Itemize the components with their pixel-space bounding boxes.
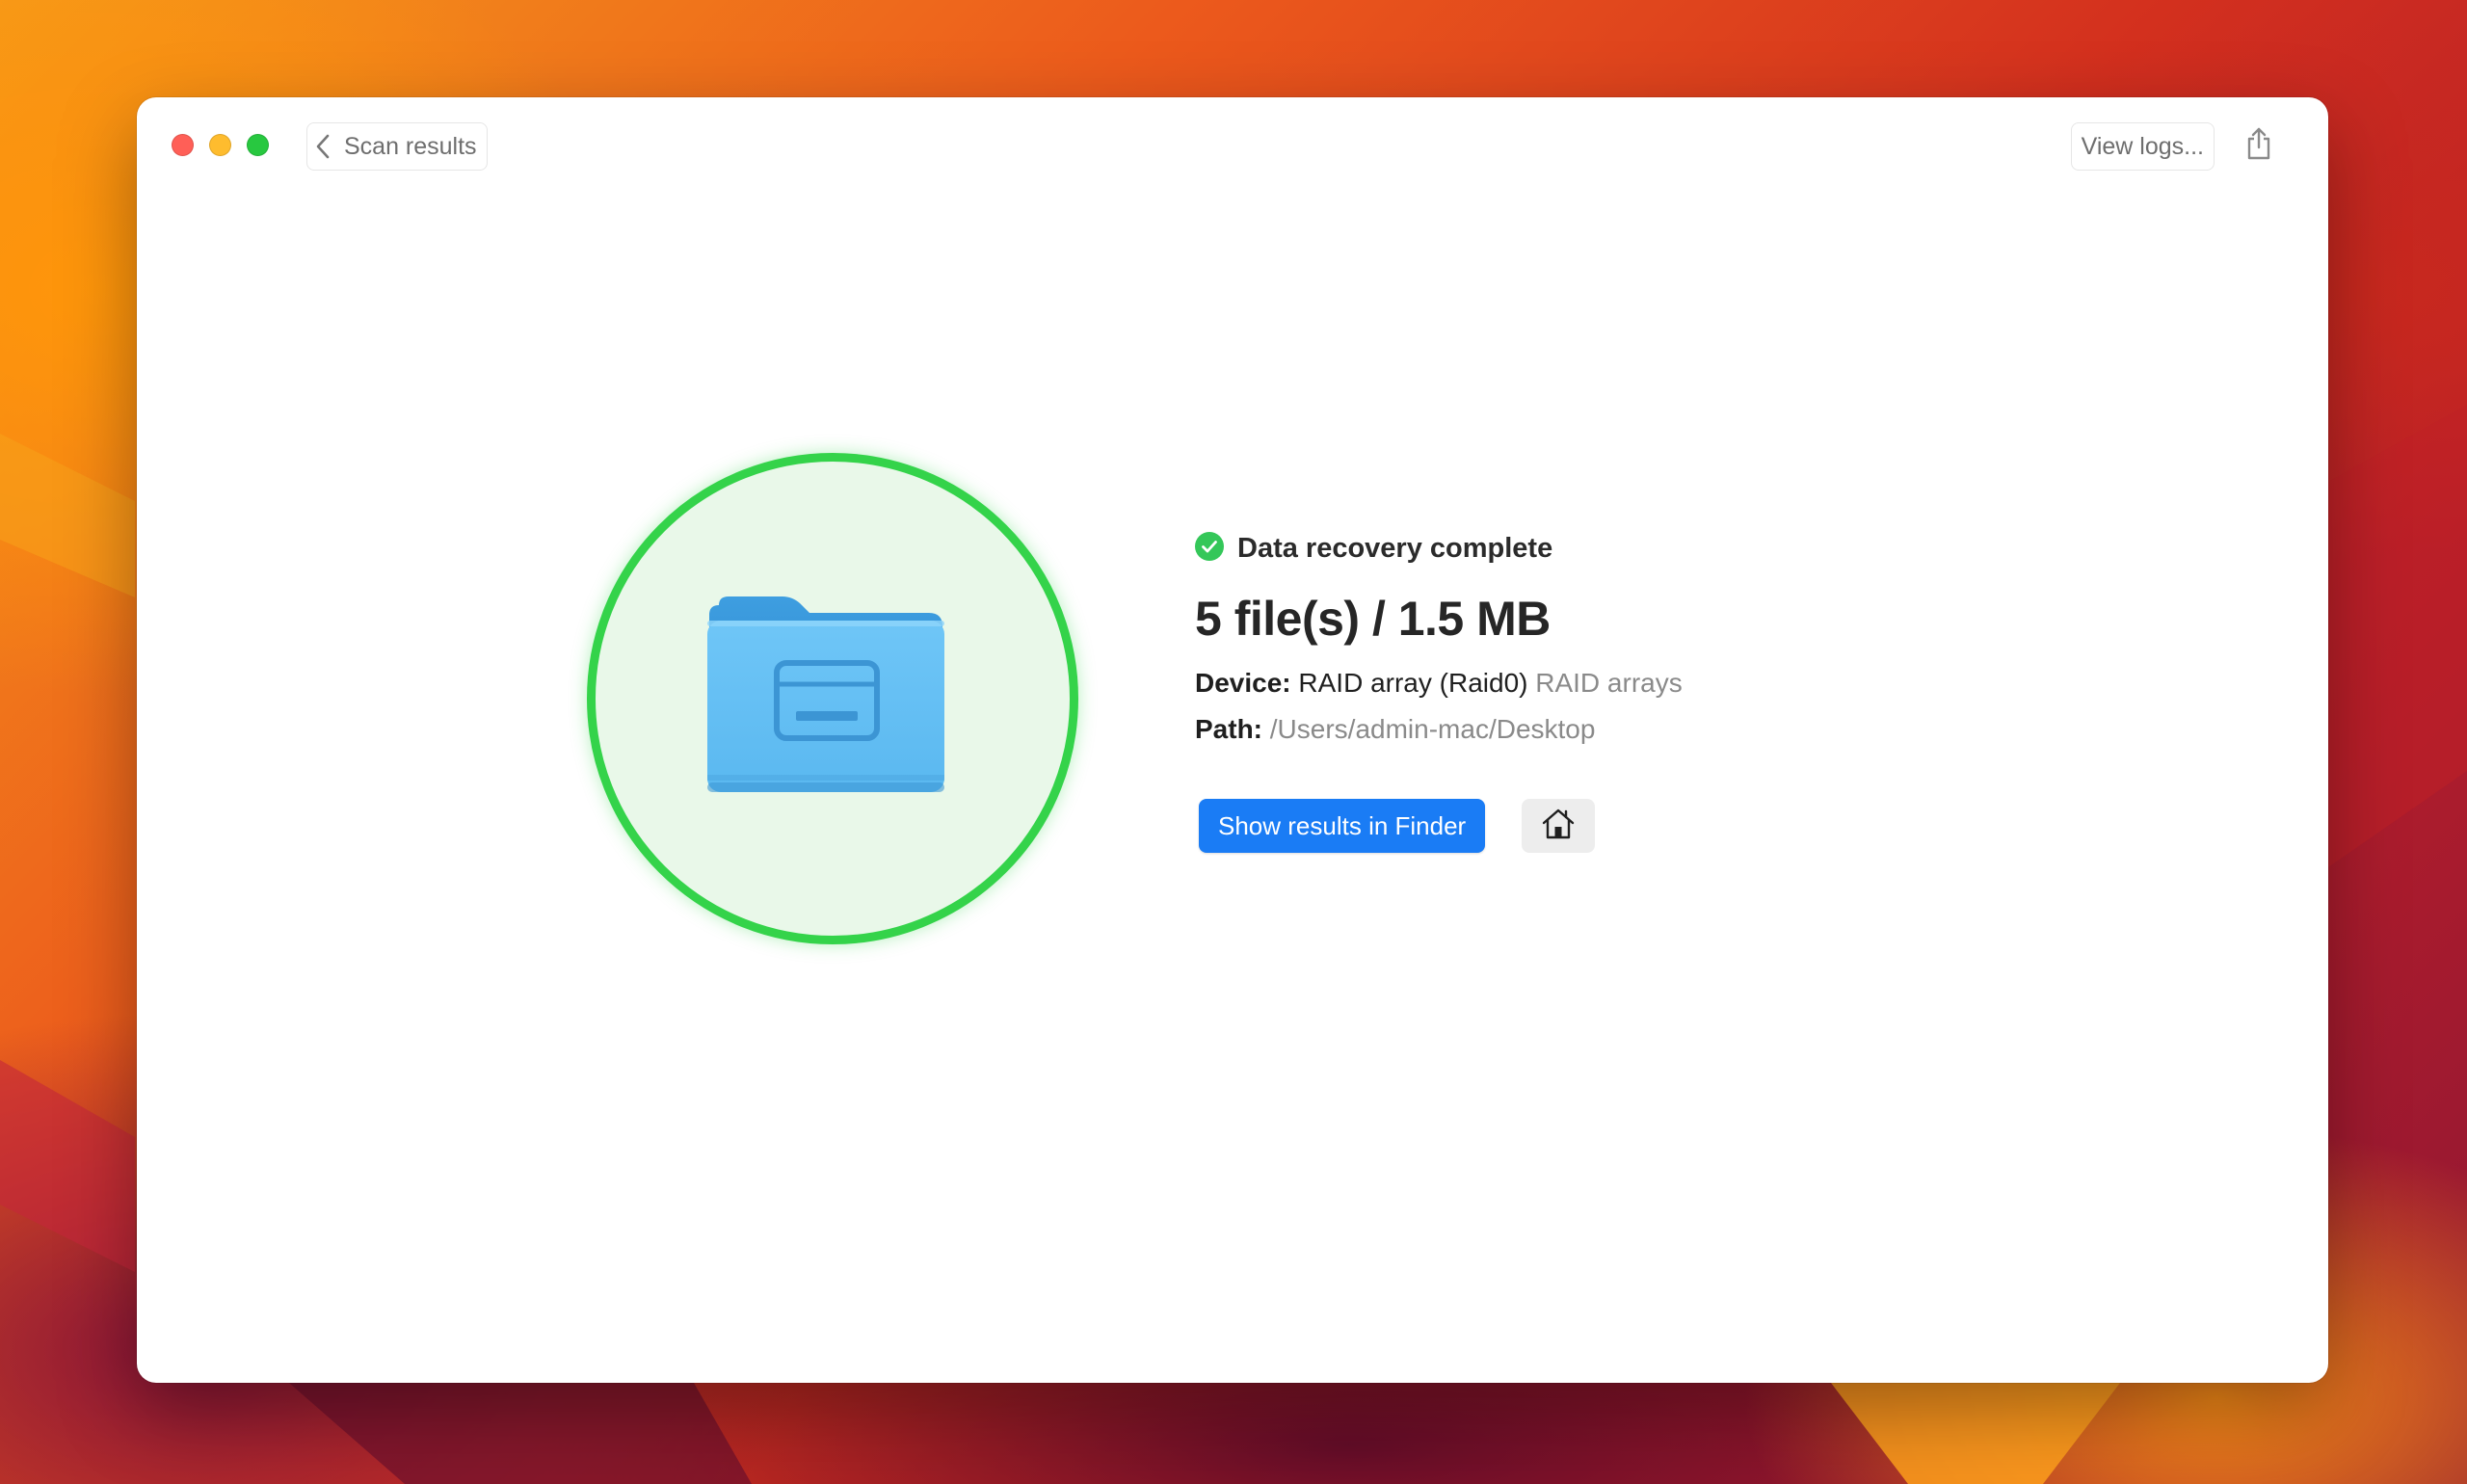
device-type: RAID arrays [1535,668,1683,698]
back-to-scan-results-button[interactable]: Scan results [306,122,488,171]
back-button-label: Scan results [344,132,477,160]
checkmark-circle-icon [1195,531,1224,566]
status-text: Data recovery complete [1237,532,1553,564]
device-key: Device: [1195,668,1291,698]
result-info: Data recovery complete 5 file(s) / 1.5 M… [1195,529,1683,753]
minimize-window-button[interactable] [209,134,231,156]
device-line: Device: RAID array (Raid0) RAID arrays [1195,660,1683,706]
share-button[interactable] [2238,124,2280,167]
home-icon [1540,807,1577,846]
path-key: Path: [1195,714,1262,744]
view-logs-button[interactable]: View logs... [2070,122,2215,171]
share-icon [2244,126,2273,166]
device-value: RAID array (Raid0) [1298,668,1528,698]
result-actions: Show results in Finder [1199,799,1596,853]
close-window-button[interactable] [172,134,194,156]
status-line: Data recovery complete [1195,529,1683,568]
show-results-in-finder-button[interactable]: Show results in Finder [1199,799,1486,853]
chevron-left-icon [313,132,334,161]
home-button[interactable] [1522,799,1596,853]
path-line: Path: /Users/admin-mac/Desktop [1195,706,1683,753]
recovered-summary: 5 file(s) / 1.5 MB [1195,592,1551,646]
window-controls [172,134,269,156]
folder-icon [705,592,946,799]
app-window: Scan results View logs... Data recovery … [137,97,2328,1383]
zoom-window-button[interactable] [247,134,269,156]
path-value: /Users/admin-mac/Desktop [1269,714,1596,744]
